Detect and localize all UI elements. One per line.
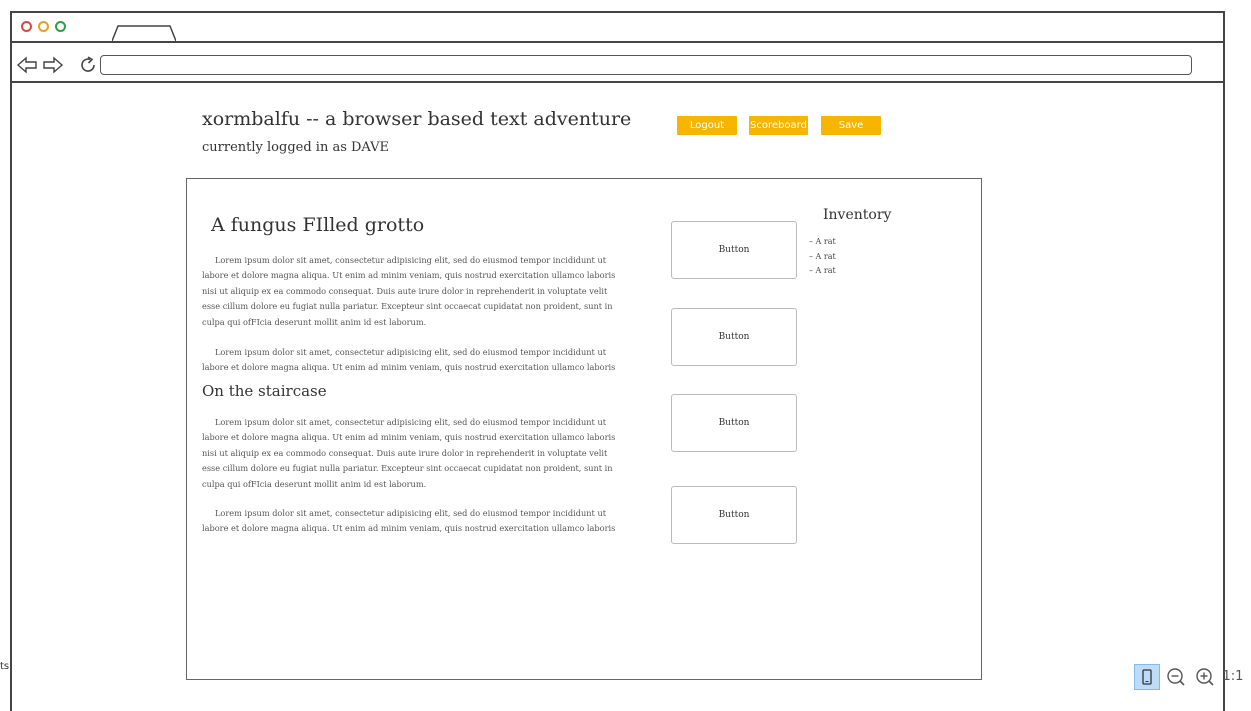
logged-in-user: currently logged in as DAVE: [202, 140, 390, 155]
action-button[interactable]: Button: [671, 394, 797, 452]
inventory-list: A rat A rat A rat: [809, 235, 836, 279]
inventory-title: Inventory: [823, 207, 892, 223]
reload-icon[interactable]: [78, 55, 98, 75]
zoom-reset-button[interactable]: 1:1: [1218, 664, 1248, 690]
arrow-right-icon[interactable]: [42, 56, 64, 74]
action-button[interactable]: Button: [671, 486, 797, 544]
inventory-item: A rat: [809, 250, 836, 265]
address-bar[interactable]: [100, 55, 1192, 75]
room-description: Lorem ipsum dolor sit amet, consectetur …: [202, 255, 616, 327]
page-title: xormbalfu -- a browser based text advent…: [202, 108, 632, 130]
maximize-window-button[interactable]: [55, 21, 66, 32]
room-title: A fungus FIlled grotto: [211, 214, 425, 236]
minimize-window-button[interactable]: [38, 21, 49, 32]
zoom-in-icon[interactable]: [1192, 664, 1218, 690]
room-description: Lorem ipsum dolor sit amet, consectetur …: [202, 508, 616, 534]
browser-toolbar: [12, 43, 1223, 83]
zoom-out-icon[interactable]: [1163, 664, 1189, 690]
scoreboard-button[interactable]: Scoreboard: [749, 116, 808, 135]
room-description: Lorem ipsum dolor sit amet, consectetur …: [202, 347, 616, 373]
mobile-device-icon[interactable]: [1134, 664, 1160, 690]
room-description: Lorem ipsum dolor sit amet, consectetur …: [202, 417, 616, 489]
action-button[interactable]: Button: [671, 308, 797, 366]
inventory-item: A rat: [809, 235, 836, 250]
save-button[interactable]: Save: [821, 116, 881, 135]
arrow-left-icon[interactable]: [16, 56, 38, 74]
inventory-item: A rat: [809, 264, 836, 279]
action-button[interactable]: Button: [671, 221, 797, 279]
truncated-side-label: ts: [0, 661, 10, 672]
title-bar: [12, 13, 1223, 43]
close-window-button[interactable]: [21, 21, 32, 32]
browser-tab[interactable]: [112, 25, 176, 41]
logout-button[interactable]: Logout: [677, 116, 737, 135]
room-title: On the staircase: [202, 382, 327, 400]
